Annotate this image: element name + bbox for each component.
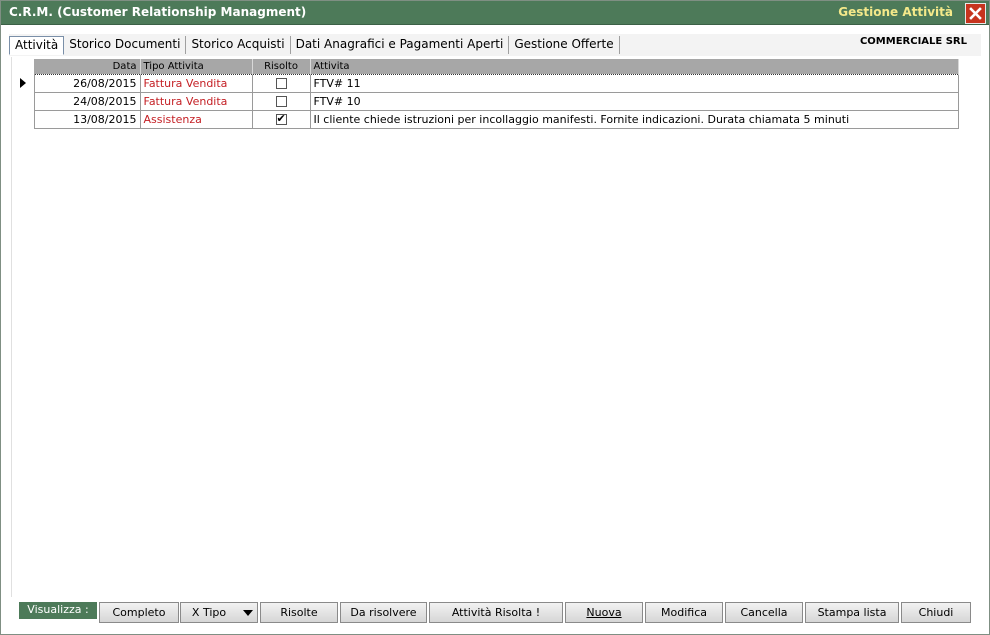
xtipo-dropdown-button[interactable]: X Tipo <box>180 602 258 623</box>
attivita-risolta-button[interactable]: Attività Risolta ! <box>429 602 563 623</box>
current-row-pointer-icon <box>20 78 26 88</box>
type-cell[interactable]: Fattura Vendita <box>139 73 253 93</box>
type-cell[interactable]: Fattura Vendita <box>139 91 253 111</box>
resolved-checkbox[interactable] <box>275 78 287 89</box>
resolved-cell[interactable] <box>251 109 311 129</box>
chiudi-button[interactable]: Chiudi <box>901 602 971 623</box>
table-row[interactable]: 13/08/2015 Assistenza Il cliente chiede … <box>12 109 959 129</box>
nuova-label: Nuova <box>586 606 622 619</box>
stampa-lista-button[interactable]: Stampa lista <box>805 602 899 623</box>
cancella-button[interactable]: Cancella <box>725 602 803 623</box>
tab-storico-documenti[interactable]: Storico Documenti <box>64 36 187 54</box>
row-selector[interactable] <box>12 110 35 128</box>
type-cell[interactable]: Assistenza <box>139 109 253 129</box>
xtipo-label: X Tipo <box>191 606 227 619</box>
completo-button[interactable]: Completo <box>99 602 179 623</box>
title-bar: C.R.M. (Customer Relationship Managment)… <box>1 1 989 25</box>
tab-storico-acquisti[interactable]: Storico Acquisti <box>186 36 291 54</box>
close-icon[interactable] <box>965 3 986 24</box>
column-header-attivita[interactable]: Attivita <box>310 59 959 74</box>
modifica-button[interactable]: Modifica <box>645 602 723 623</box>
modifica-label: Modifica <box>661 606 707 619</box>
risolte-button[interactable]: Risolte <box>260 602 338 623</box>
resolved-checkbox[interactable] <box>275 96 287 107</box>
tab-gestione-offerte[interactable]: Gestione Offerte <box>509 36 620 54</box>
company-name: COMMERCIALE SRL <box>859 36 967 47</box>
tab-bar: Attività Storico Documenti Storico Acqui… <box>9 35 629 55</box>
bottom-toolbar: Visualizza : Completo X Tipo Risolte Da … <box>19 602 974 624</box>
activity-grid-panel: Data Tipo Attivita Risolto Attivita 26/0… <box>11 57 979 597</box>
resolved-cell[interactable] <box>251 91 311 111</box>
visualizza-label: Visualizza : <box>19 602 97 619</box>
attivita-risolta-label: Attività Risolta ! <box>451 606 541 619</box>
column-header-risolto[interactable]: Risolto <box>252 59 311 74</box>
row-selector[interactable] <box>12 74 35 92</box>
date-cell[interactable]: 13/08/2015 <box>33 109 141 129</box>
activity-grid: Data Tipo Attivita Risolto Attivita 26/0… <box>12 59 959 129</box>
app-title: C.R.M. (Customer Relationship Managment) <box>9 5 307 19</box>
completo-label: Completo <box>112 606 166 619</box>
tab-attivita[interactable]: Attività <box>9 35 65 55</box>
stampa-lista-label: Stampa lista <box>817 606 887 619</box>
activity-cell[interactable]: FTV# 10 <box>309 91 959 111</box>
date-cell[interactable]: 24/08/2015 <box>33 91 141 111</box>
chevron-down-icon <box>243 610 253 616</box>
date-cell[interactable]: 26/08/2015 <box>33 73 141 93</box>
resolved-cell[interactable] <box>251 73 311 93</box>
table-row[interactable]: 26/08/2015 Fattura Vendita FTV# 11 <box>12 73 959 93</box>
da-risolvere-button[interactable]: Da risolvere <box>340 602 427 623</box>
table-row[interactable]: 24/08/2015 Fattura Vendita FTV# 10 <box>12 91 959 111</box>
grid-header-row: Data Tipo Attivita Risolto Attivita <box>12 59 959 74</box>
activity-cell[interactable]: Il cliente chiede istruzioni per incolla… <box>309 109 959 129</box>
tab-dati-anagrafici[interactable]: Dati Anagrafici e Pagamenti Aperti <box>291 36 510 54</box>
activity-cell[interactable]: FTV# 11 <box>309 73 959 93</box>
chiudi-label: Chiudi <box>918 606 954 619</box>
risolte-label: Risolte <box>280 606 318 619</box>
column-header-data[interactable]: Data <box>34 59 141 74</box>
row-selector[interactable] <box>12 92 35 110</box>
window-title: Gestione Attività <box>838 5 953 19</box>
row-indicator-header <box>12 59 34 74</box>
cancella-label: Cancella <box>740 606 788 619</box>
crm-window: C.R.M. (Customer Relationship Managment)… <box>0 0 990 635</box>
da-risolvere-label: Da risolvere <box>350 606 417 619</box>
column-header-tipo[interactable]: Tipo Attivita <box>140 59 253 74</box>
resolved-checkbox[interactable] <box>275 112 287 125</box>
nuova-button[interactable]: Nuova <box>565 602 643 623</box>
